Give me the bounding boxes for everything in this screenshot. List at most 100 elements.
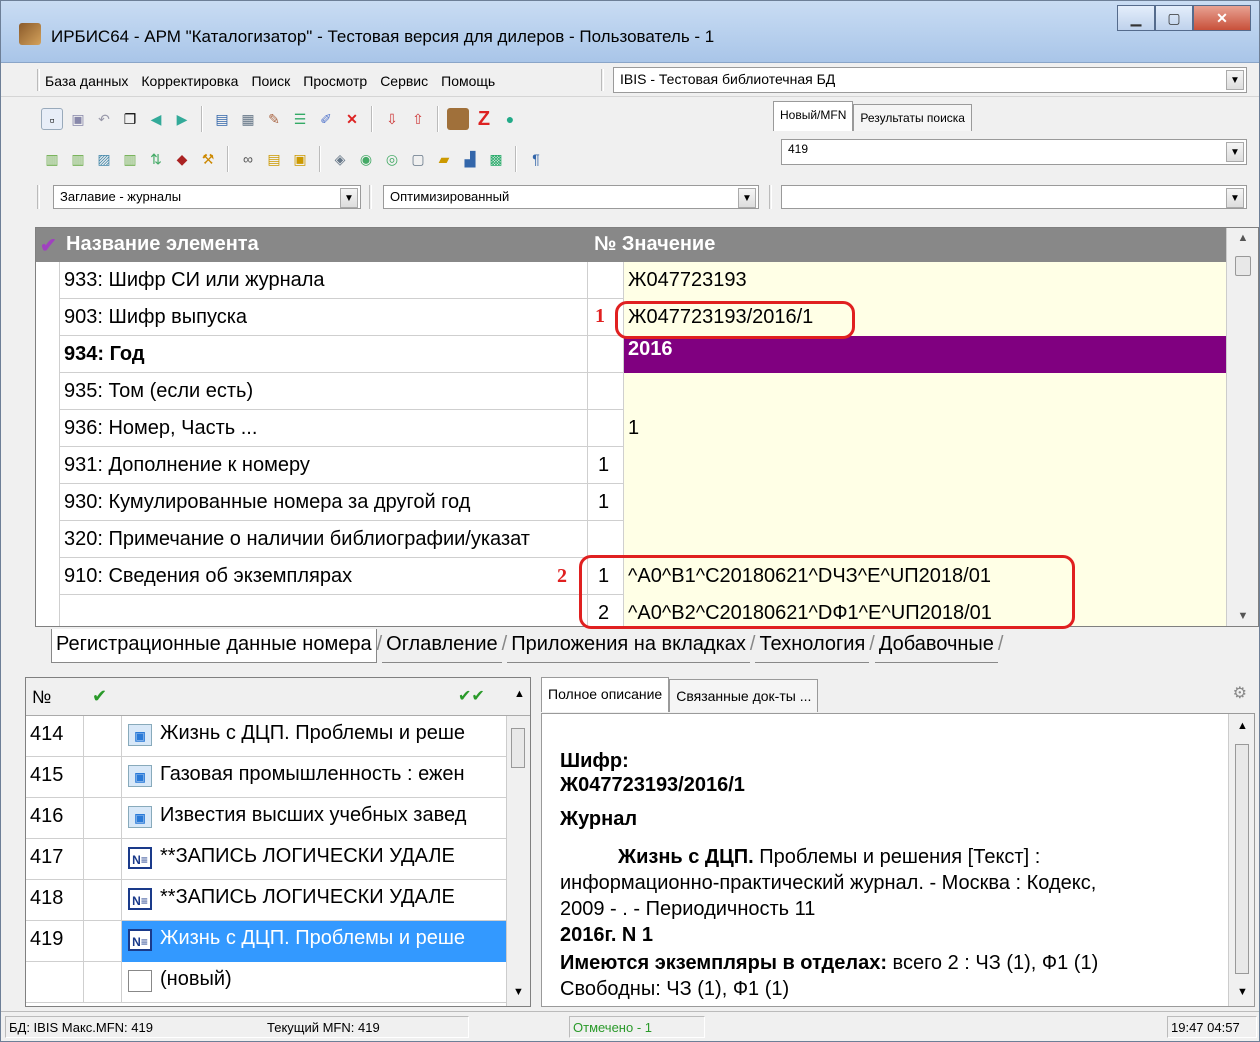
menu-item-1[interactable]: Корректировка <box>141 73 238 89</box>
z-icon[interactable]: Z <box>473 108 495 130</box>
menu-item-5[interactable]: Помощь <box>441 73 495 89</box>
menu-item-2[interactable]: Поиск <box>251 73 290 89</box>
back-icon[interactable]: ◀ <box>145 108 167 130</box>
chevron-down-icon[interactable]: ▼ <box>1226 142 1244 162</box>
menu-item-3[interactable]: Просмотр <box>303 73 367 89</box>
record-title-cell[interactable]: (новый) <box>122 962 506 1003</box>
paste-icon[interactable]: ▣ <box>289 148 311 170</box>
export-icon[interactable]: ⇧ <box>407 108 429 130</box>
scroll-down-icon[interactable]: ▼ <box>513 986 524 998</box>
field-row[interactable]: 933: Шифр СИ или журнала Ж047723193 <box>36 262 1228 299</box>
field-row[interactable]: 935: Том (если есть) <box>36 373 1228 410</box>
list-item[interactable]: 414 ▣ Жизнь с ДЦП. Проблемы и реше <box>26 716 506 757</box>
new-doc-icon[interactable]: ▫ <box>41 108 63 130</box>
scroll-up-icon[interactable]: ▲ <box>1233 232 1253 244</box>
chevron-down-icon[interactable]: ▼ <box>1226 70 1244 90</box>
minimize-button[interactable]: ▁ <box>1117 5 1155 31</box>
field-row[interactable]: 320: Примечание о наличии библиографии/у… <box>36 521 1228 558</box>
fetch-icon[interactable]: ◉ <box>355 148 377 170</box>
field-value[interactable]: 2016 <box>624 336 1228 373</box>
table-icon[interactable]: ▥ <box>119 148 141 170</box>
import-icon[interactable]: ⇩ <box>381 108 403 130</box>
grid-icon[interactable]: ▦ <box>237 108 259 130</box>
grid-scrollbar[interactable]: ▲ ▼ <box>1226 228 1258 626</box>
list-item[interactable]: 419 N≡ Жизнь с ДЦП. Проблемы и реше <box>26 921 506 962</box>
worksheet-tab-1[interactable]: Оглавление <box>382 629 502 663</box>
tab-new-mfn[interactable]: Новый/MFN <box>773 101 854 131</box>
worksheet-tab-3[interactable]: Технология <box>755 629 870 663</box>
field-value[interactable]: Ж047723193 <box>624 262 1228 299</box>
undo-icon[interactable]: ↶ <box>93 108 115 130</box>
close-button[interactable]: ✕ <box>1193 5 1251 31</box>
scroll-down-icon[interactable]: ▼ <box>1233 610 1253 622</box>
scan-icon[interactable]: ◈ <box>329 148 351 170</box>
copy-record-icon[interactable]: ▤ <box>263 148 285 170</box>
field-value[interactable] <box>624 447 1228 484</box>
field-row[interactable]: 931: Дополнение к номеру 1 <box>36 447 1228 484</box>
record-check[interactable] <box>84 839 122 880</box>
save-icon[interactable]: ▣ <box>67 108 89 130</box>
record-title-cell[interactable]: N≡ **ЗАПИСЬ ЛОГИЧЕСКИ УДАЛЕ <box>122 880 506 921</box>
copy-icon[interactable]: ❐ <box>119 108 141 130</box>
chart-bar-icon[interactable]: ▟ <box>459 148 481 170</box>
field-row[interactable]: 936: Номер, Часть ... 1 <box>36 410 1228 447</box>
field-value[interactable] <box>624 521 1228 558</box>
excel-icon[interactable]: ▩ <box>485 148 507 170</box>
record-check[interactable] <box>84 798 122 839</box>
record-title-cell[interactable]: N≡ **ЗАПИСЬ ЛОГИЧЕСКИ УДАЛЕ <box>122 839 506 880</box>
irbis-icon[interactable] <box>447 108 469 130</box>
record-check[interactable] <box>84 757 122 798</box>
worksheet-tab-4[interactable]: Добавочные <box>874 629 998 663</box>
worksheet-tab-2[interactable]: Приложения на вкладках <box>507 629 750 663</box>
eraser-icon[interactable]: ◆ <box>171 148 193 170</box>
menu-item-4[interactable]: Сервис <box>380 73 428 89</box>
list-item[interactable]: (новый) <box>26 962 506 1003</box>
print-icon[interactable]: ▥ <box>41 148 63 170</box>
forward-icon[interactable]: ▶ <box>171 108 193 130</box>
field-value[interactable] <box>624 373 1228 410</box>
sort-icon[interactable]: ⇅ <box>145 148 167 170</box>
list-item[interactable]: 415 ▣ Газовая промышленность : ежен <box>26 757 506 798</box>
scroll-up-icon[interactable]: ▲ <box>514 688 525 700</box>
pencil-icon[interactable]: ✐ <box>315 108 337 130</box>
scroll-up-icon[interactable]: ▲ <box>1237 720 1248 732</box>
check-all-icon[interactable]: ✔✔ <box>458 686 485 706</box>
format-icon[interactable]: ▤ <box>211 108 233 130</box>
page-icon[interactable]: ▢ <box>407 148 429 170</box>
mode-select[interactable]: Оптимизированный ▼ <box>383 185 759 209</box>
maximize-button[interactable]: ▢ <box>1155 5 1193 31</box>
record-check[interactable] <box>84 962 122 1003</box>
chevron-down-icon[interactable]: ▼ <box>340 188 358 208</box>
list-item[interactable]: 417 N≡ **ЗАПИСЬ ЛОГИЧЕСКИ УДАЛЕ <box>26 839 506 880</box>
folder-icon[interactable]: ▰ <box>433 148 455 170</box>
extra-select[interactable]: ▼ <box>781 185 1247 209</box>
upload-icon[interactable]: ◎ <box>381 148 403 170</box>
worksheet-tab-0[interactable]: Регистрационные данные номера <box>51 629 377 663</box>
chevron-down-icon[interactable]: ▼ <box>738 188 756 208</box>
tools-icon[interactable]: ⚒ <box>197 148 219 170</box>
scroll-thumb[interactable] <box>1235 744 1249 974</box>
database-select[interactable]: IBIS - Тестовая библиотечная БД ▼ <box>613 67 1247 93</box>
record-title-cell[interactable]: ▣ Газовая промышленность : ежен <box>122 757 506 798</box>
field-value[interactable] <box>624 484 1228 521</box>
record-title-cell[interactable]: ▣ Известия высших учебных завед <box>122 798 506 839</box>
description-scrollbar[interactable]: ▲ ▼ <box>1228 714 1254 1006</box>
worksheet-select[interactable]: Заглавие - журналы ▼ <box>53 185 361 209</box>
field-row[interactable]: 934: Год 2016 <box>36 336 1228 373</box>
help-icon[interactable]: ¶ <box>525 148 547 170</box>
field-row[interactable]: 930: Кумулированные номера за другой год… <box>36 484 1228 521</box>
tab-search-results[interactable]: Результаты поиска <box>853 104 972 131</box>
settings-icon[interactable]: ⚙ <box>1233 683 1247 703</box>
list-scrollbar[interactable]: ▼ <box>506 716 530 1006</box>
edit-icon[interactable]: ✎ <box>263 108 285 130</box>
scroll-thumb[interactable] <box>511 728 525 768</box>
print-list-icon[interactable]: ▥ <box>67 148 89 170</box>
menu-item-0[interactable]: База данных <box>45 73 128 89</box>
mfn-input[interactable]: 419 ▼ <box>781 139 1247 165</box>
link-icon[interactable]: ∞ <box>237 148 259 170</box>
list-icon[interactable]: ☰ <box>289 108 311 130</box>
chevron-down-icon[interactable]: ▼ <box>1226 188 1244 208</box>
delete-icon[interactable]: ✕ <box>341 108 363 130</box>
list-item[interactable]: 416 ▣ Известия высших учебных завед <box>26 798 506 839</box>
scroll-thumb[interactable] <box>1235 256 1251 276</box>
